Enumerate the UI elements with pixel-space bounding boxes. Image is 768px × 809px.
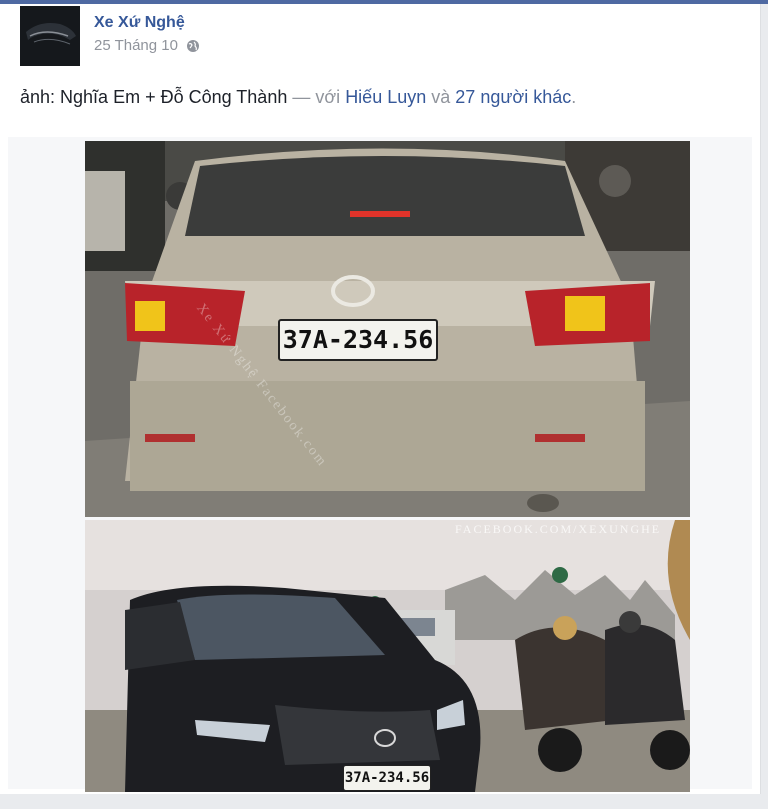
caption-end: . [571,87,577,107]
post-date[interactable]: 25 Tháng 10 [94,37,178,54]
post-caption: ảnh: Nghĩa Em + Đỗ Công Thành — với Hiếu… [20,87,576,108]
photo-car-rear[interactable]: 37A-234.56 Xe Xứ Nghệ Facebook.com [85,141,690,517]
page-avatar[interactable] [20,6,80,66]
caption-separator: — với [292,87,341,107]
tagged-user-link[interactable]: Hiếu Luyn [345,87,426,107]
license-plate: 37A-234.56 [343,765,431,791]
photo-suv-front[interactable]: 37A-234.56 FACEBOOK.COM/XEXUNGHE [85,520,690,792]
tagged-others-link[interactable]: 27 người khác [455,87,571,107]
caption-conjunction: và [431,87,451,107]
license-plate: 37A-234.56 [278,319,438,361]
caption-text: ảnh: Nghĩa Em + Đỗ Công Thành [20,87,288,107]
post-author[interactable]: Xe Xứ Nghệ [94,14,185,32]
post-meta: 25 Tháng 10 [94,37,200,54]
photo-watermark: FACEBOOK.COM/XEXUNGHE [455,522,662,536]
globe-icon [186,39,200,53]
page-bottom [0,794,768,809]
